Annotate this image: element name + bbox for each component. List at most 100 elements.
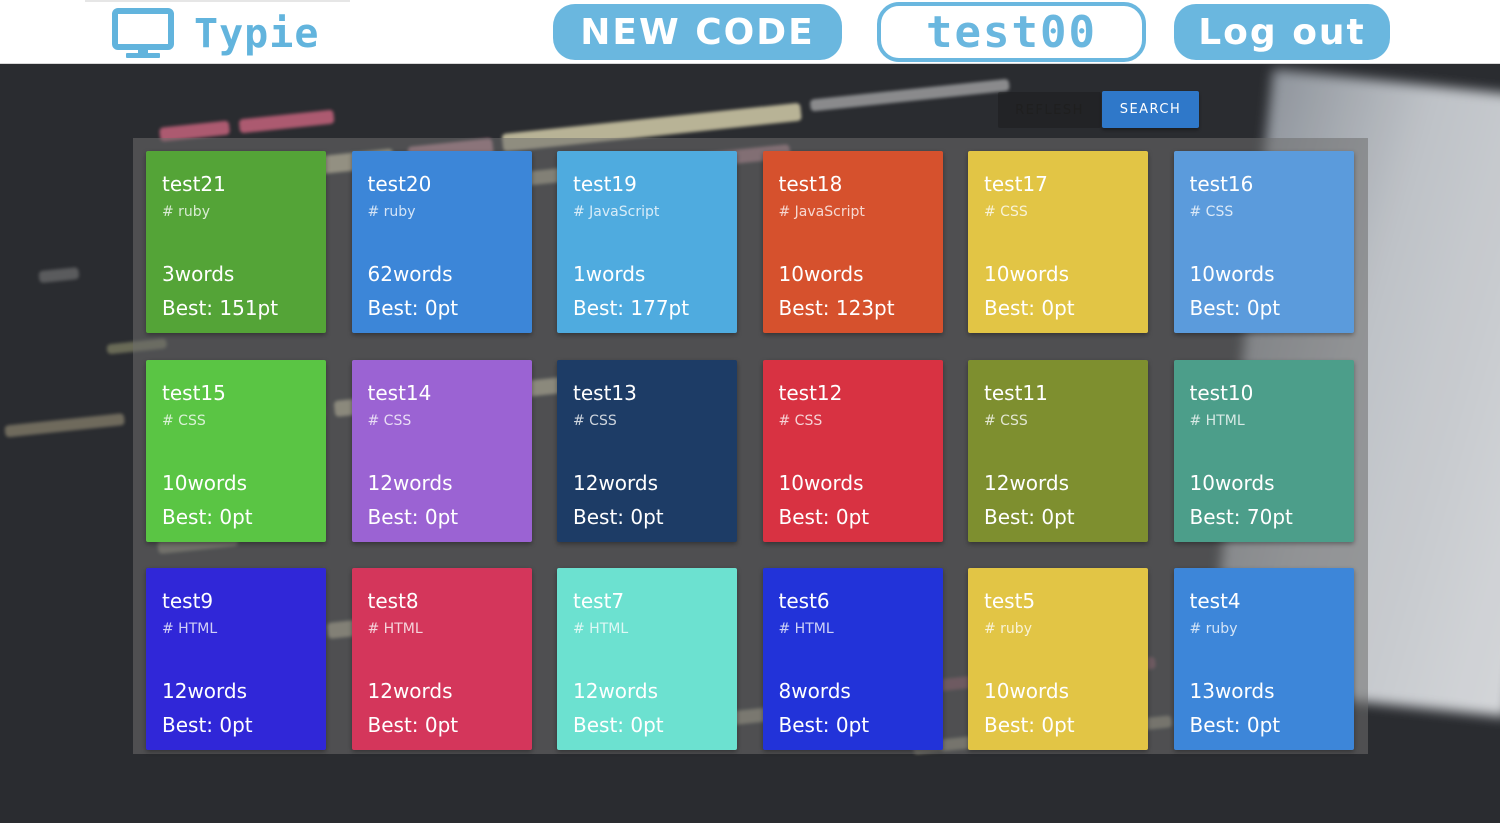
code-card[interactable]: test15 # CSS 10words Best: 0pt (146, 359, 326, 542)
card-word-count: 12words (984, 470, 1070, 495)
card-best-score: Best: 0pt (162, 713, 253, 737)
code-card[interactable]: test11 # CSS 12words Best: 0pt (968, 359, 1148, 542)
card-best-score: Best: 151pt (162, 296, 279, 320)
card-best-score: Best: 177pt (573, 296, 690, 320)
card-language-tag: # CSS (1189, 204, 1234, 220)
card-best-score: Best: 0pt (1189, 713, 1281, 737)
card-title: test20 (367, 172, 432, 196)
card-title: test14 (367, 380, 432, 405)
code-card[interactable]: test9 # HTML 12words Best: 0pt (146, 568, 326, 750)
card-best-score: Best: 0pt (984, 504, 1075, 529)
code-card[interactable]: test21 # ruby 3words Best: 151pt (146, 151, 326, 333)
card-title: test18 (778, 172, 843, 196)
card-language-tag: # HTML (1189, 412, 1245, 429)
card-title: test6 (778, 589, 830, 613)
card-title: test17 (984, 172, 1048, 196)
code-card[interactable]: test12 # CSS 10words Best: 0pt (762, 359, 943, 542)
card-best-score: Best: 0pt (1189, 296, 1281, 320)
card-word-count: 10words (778, 262, 864, 286)
code-card[interactable]: test18 # JavaScript 10words Best: 123pt (762, 151, 943, 333)
logout-button[interactable]: Log out (1174, 4, 1390, 60)
user-profile-button[interactable]: test00 (877, 2, 1146, 62)
card-best-score: Best: 0pt (367, 296, 459, 320)
card-word-count: 12words (367, 679, 453, 703)
code-card[interactable]: test4 # ruby 13words Best: 0pt (1173, 568, 1354, 750)
card-word-count: 12words (162, 679, 248, 703)
card-word-count: 62words (367, 262, 453, 286)
card-title: test7 (573, 589, 625, 613)
card-word-count: 12words (367, 470, 453, 495)
card-language-tag: # CSS (984, 412, 1028, 429)
card-title: test5 (984, 589, 1036, 613)
card-title: test12 (778, 380, 843, 405)
card-word-count: 3words (162, 262, 235, 286)
card-word-count: 10words (1189, 262, 1275, 286)
card-best-score: Best: 0pt (778, 713, 870, 737)
code-card[interactable]: test17 # CSS 10words Best: 0pt (968, 151, 1148, 333)
card-language-tag: # CSS (778, 412, 823, 429)
monitor-icon (112, 8, 174, 58)
card-title: test8 (367, 589, 419, 613)
code-card[interactable]: test5 # ruby 10words Best: 0pt (968, 568, 1148, 750)
card-best-score: Best: 0pt (367, 504, 459, 529)
card-language-tag: # ruby (1189, 621, 1238, 637)
code-card[interactable]: test6 # HTML 8words Best: 0pt (762, 568, 943, 750)
code-card[interactable]: test7 # HTML 12words Best: 0pt (557, 568, 737, 750)
code-card[interactable]: test10 # HTML 10words Best: 70pt (1173, 359, 1354, 542)
card-best-score: Best: 0pt (573, 713, 664, 737)
card-title: test21 (162, 172, 226, 196)
card-language-tag: # JavaScript (573, 204, 660, 220)
code-card[interactable]: test16 # CSS 10words Best: 0pt (1173, 151, 1354, 333)
card-word-count: 8words (778, 679, 851, 703)
card-title: test13 (573, 380, 637, 405)
header-divider (85, 0, 350, 2)
code-card-grid: test21 # ruby 3words Best: 151pt test20 # rub… (133, 138, 1368, 754)
card-best-score: Best: 0pt (573, 504, 664, 529)
card-word-count: 10words (162, 470, 248, 495)
app-logo[interactable]: Typie (112, 8, 319, 60)
card-language-tag: # CSS (367, 412, 412, 429)
card-word-count: 12words (573, 470, 659, 495)
top-header: Typie NEW CODE test00 Log out (0, 0, 1500, 64)
code-card[interactable]: test19 # JavaScript 1words Best: 177pt (557, 151, 737, 333)
card-best-score: Best: 70pt (1189, 504, 1293, 529)
card-language-tag: # HTML (162, 621, 218, 637)
card-word-count: 1words (573, 262, 646, 286)
card-language-tag: # JavaScript (778, 204, 865, 220)
card-title: test4 (1189, 589, 1241, 613)
card-best-score: Best: 123pt (778, 296, 895, 320)
card-best-score: Best: 0pt (367, 713, 459, 737)
card-title: test9 (162, 589, 214, 613)
card-language-tag: # HTML (367, 621, 423, 637)
card-language-tag: # CSS (162, 412, 206, 429)
card-best-score: Best: 0pt (162, 504, 253, 529)
card-word-count: 10words (984, 679, 1070, 703)
card-word-count: 10words (778, 470, 864, 495)
card-best-score: Best: 0pt (778, 504, 870, 529)
new-code-button[interactable]: NEW CODE (553, 4, 842, 60)
card-word-count: 10words (1189, 470, 1275, 495)
card-language-tag: # ruby (984, 621, 1032, 637)
card-title: test16 (1189, 172, 1254, 196)
card-language-tag: # HTML (573, 621, 629, 637)
card-best-score: Best: 0pt (984, 713, 1075, 737)
card-word-count: 13words (1189, 679, 1275, 703)
card-title: test19 (573, 172, 637, 196)
code-card[interactable]: test13 # CSS 12words Best: 0pt (557, 359, 737, 542)
card-title: test11 (984, 380, 1048, 405)
card-language-tag: # ruby (367, 204, 416, 220)
code-card[interactable]: test14 # CSS 12words Best: 0pt (351, 359, 532, 542)
refresh-button[interactable]: REFLESH (998, 92, 1101, 128)
card-word-count: 10words (984, 262, 1070, 286)
card-title: test15 (162, 380, 226, 405)
search-button[interactable]: SEARCH (1102, 91, 1199, 128)
card-word-count: 12words (573, 679, 659, 703)
code-card[interactable]: test20 # ruby 62words Best: 0pt (351, 151, 532, 333)
app-name: Typie (194, 11, 320, 57)
card-language-tag: # ruby (162, 204, 210, 220)
card-language-tag: # HTML (778, 621, 834, 637)
code-card[interactable]: test8 # HTML 12words Best: 0pt (351, 568, 532, 750)
card-language-tag: # CSS (573, 412, 617, 429)
card-language-tag: # CSS (984, 204, 1028, 220)
card-best-score: Best: 0pt (984, 296, 1075, 320)
